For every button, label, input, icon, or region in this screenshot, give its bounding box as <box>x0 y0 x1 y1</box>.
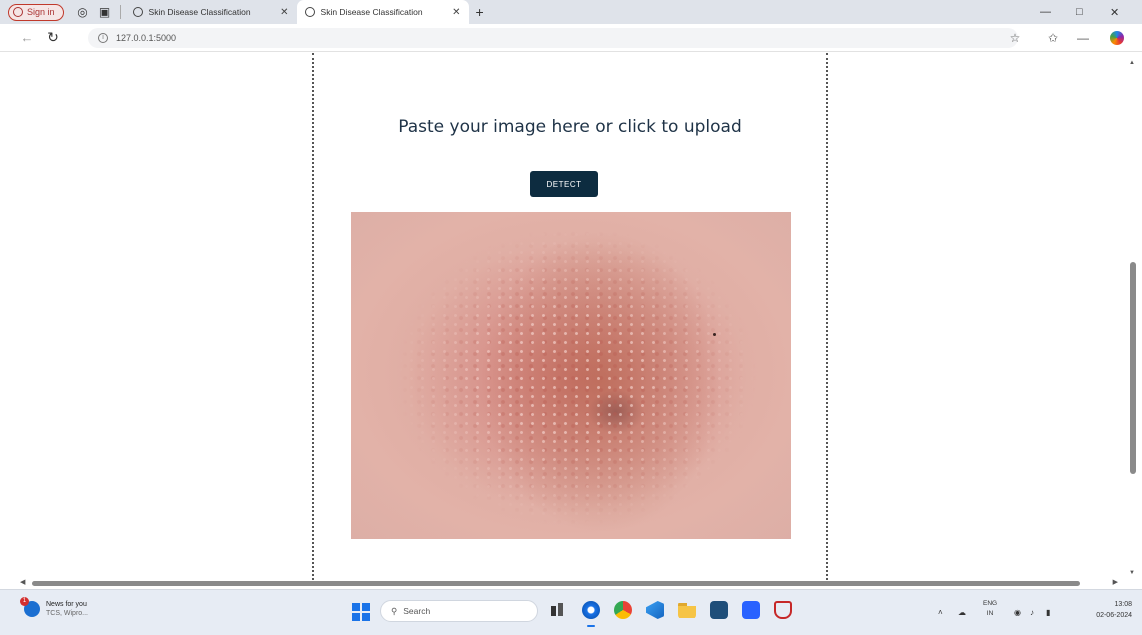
image-texture <box>351 212 791 539</box>
news-subtitle: TCS, Wipro... <box>46 610 89 617</box>
scroll-left-icon[interactable]: ◀ <box>20 578 25 586</box>
back-icon[interactable]: ← <box>14 24 40 52</box>
news-title: News for you <box>46 601 87 608</box>
page-viewport: Paste your image here or click to upload… <box>0 53 1142 580</box>
app-icon[interactable] <box>742 601 760 619</box>
close-tab-icon[interactable]: ✕ <box>280 7 288 18</box>
vertical-scrollbar[interactable]: ▲ ▼ <box>1129 60 1136 576</box>
search-icon: ⚲ <box>391 605 398 616</box>
task-view-icon[interactable] <box>548 601 566 619</box>
language-bottom: IN <box>986 610 994 617</box>
workspaces-icon[interactable]: ◎ <box>72 0 94 24</box>
globe-icon <box>304 7 315 17</box>
tab-strip: Sign in ◎ ▣ Skin Disease Classification … <box>0 0 1142 24</box>
url-text: 127.0.0.1:5000 <box>116 33 177 43</box>
close-window-icon[interactable]: ✕ <box>1110 0 1119 24</box>
minimize-icon[interactable]: — <box>1040 0 1051 24</box>
scroll-right-icon[interactable]: ▶ <box>1113 578 1118 586</box>
horizontal-scrollbar[interactable]: ◀ ▶ <box>20 578 1118 587</box>
clock-time: 13:08 <box>1114 601 1132 608</box>
taskbar-search[interactable]: ⚲ Search <box>380 600 538 622</box>
sign-in-label: Sign in <box>27 7 55 17</box>
tab-separator <box>119 5 121 19</box>
search-placeholder: Search <box>403 606 431 616</box>
wifi-icon[interactable]: ◉ <box>1014 598 1021 626</box>
taskbar: 1 News for you TCS, Wipro... ⚲ Search ˄ … <box>0 589 1142 635</box>
site-info-icon[interactable]: i <box>98 33 108 43</box>
url-field[interactable]: i 127.0.0.1:5000 <box>88 28 1018 48</box>
tab-title: Skin Disease Classification <box>320 7 423 17</box>
show-hidden-icons[interactable]: ˄ <box>938 598 943 626</box>
tab-skin-disease-2[interactable]: Skin Disease Classification ✕ <box>296 0 469 24</box>
globe-icon <box>132 7 143 17</box>
store-icon[interactable] <box>710 601 728 619</box>
vertical-scroll-thumb[interactable] <box>1130 262 1136 474</box>
more-menu-icon[interactable]: — <box>1072 24 1094 52</box>
address-bar: ← ↻ i 127.0.0.1:5000 ☆ ✩ — <box>0 24 1142 52</box>
tab-skin-disease-1[interactable]: Skin Disease Classification ✕ <box>125 0 297 24</box>
copilot-icon[interactable] <box>1106 24 1128 52</box>
close-tab-icon[interactable]: ✕ <box>452 7 460 18</box>
notification-badge: 1 <box>20 597 29 606</box>
language-top: ENG <box>983 600 998 607</box>
weather-icon: 1 <box>20 597 40 617</box>
clock-date: 02-06-2024 <box>1096 612 1132 619</box>
chrome-icon[interactable] <box>614 601 632 619</box>
uploaded-skin-image <box>351 212 791 539</box>
scroll-down-icon[interactable]: ▼ <box>1129 570 1135 576</box>
onedrive-icon[interactable]: ☁ <box>958 598 966 626</box>
reload-icon[interactable]: ↻ <box>40 24 66 52</box>
news-widget[interactable]: 1 News for you TCS, Wipro... <box>20 597 89 618</box>
system-clock[interactable]: 13:08 02-06-2024 <box>1096 599 1132 621</box>
edge-browser-icon[interactable] <box>582 601 600 627</box>
horizontal-scroll-thumb[interactable] <box>32 581 1080 586</box>
mcafee-icon[interactable] <box>774 601 792 619</box>
favorite-star-icon[interactable]: ☆ <box>1004 24 1026 52</box>
image-spot <box>713 333 716 336</box>
favorites-icon[interactable]: ✩ <box>1042 24 1064 52</box>
tab-actions-icon[interactable]: ▣ <box>94 0 116 24</box>
maximize-icon[interactable]: □ <box>1076 0 1083 24</box>
detect-button[interactable]: DETECT <box>530 171 598 197</box>
upload-prompt[interactable]: Paste your image here or click to upload <box>314 117 826 137</box>
scroll-up-icon[interactable]: ▲ <box>1129 60 1135 66</box>
vscode-icon[interactable] <box>646 601 664 619</box>
sign-in-button[interactable]: Sign in <box>8 3 64 21</box>
windows-start-icon[interactable] <box>352 603 370 621</box>
new-tab-button[interactable]: + <box>469 4 491 20</box>
language-indicator[interactable]: ENG IN <box>983 599 997 619</box>
battery-icon[interactable]: ▮ <box>1046 598 1050 626</box>
upload-card[interactable]: Paste your image here or click to upload… <box>312 53 828 580</box>
volume-icon[interactable]: ♪ <box>1030 598 1034 626</box>
tab-title: Skin Disease Classification <box>148 7 251 17</box>
profile-icon <box>13 7 23 17</box>
file-explorer-icon[interactable] <box>678 601 696 619</box>
